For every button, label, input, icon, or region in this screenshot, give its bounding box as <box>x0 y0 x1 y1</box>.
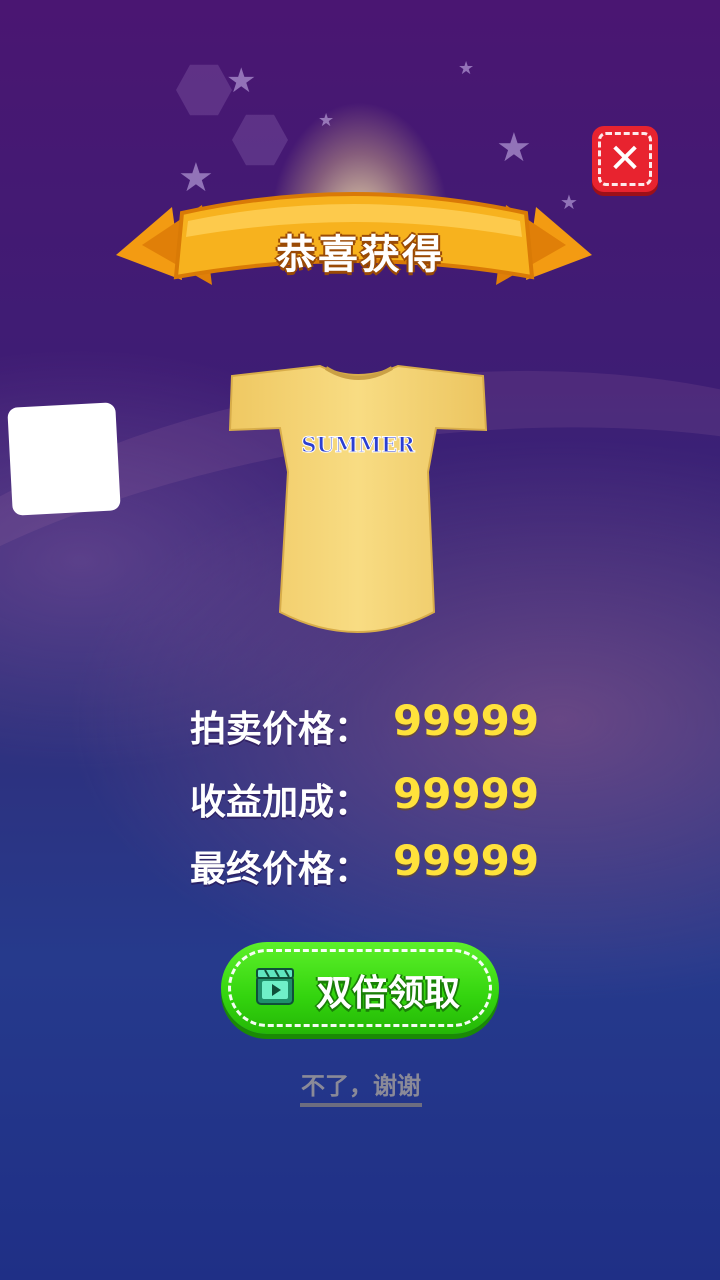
reward-item-dress: SUMMER <box>228 364 488 633</box>
stat-row-income-bonus: 收益加成： 99999 <box>190 769 590 823</box>
stat-row-final-price: 最终价格： 99999 <box>190 836 590 890</box>
stat-label: 收益加成： <box>190 782 371 823</box>
stat-value: 99999 <box>393 696 540 745</box>
stat-value: 99999 <box>393 769 540 818</box>
decline-link[interactable]: 不了，谢谢 <box>300 1066 422 1107</box>
star-icon: ★ <box>226 61 257 101</box>
close-icon: ✕ <box>608 136 642 182</box>
dress-print-text: SUMMER <box>301 432 415 457</box>
double-claim-label: 双倍领取 <box>316 973 461 1014</box>
stat-row-auction-price: 拍卖价格： 99999 <box>190 696 590 750</box>
star-icon: ★ <box>496 125 532 171</box>
double-claim-button[interactable]: 双倍领取 <box>221 942 499 1034</box>
star-icon: ★ <box>318 110 335 131</box>
blank-panel <box>7 402 121 516</box>
star-icon: ★ <box>458 58 475 79</box>
stat-label: 拍卖价格： <box>190 709 371 750</box>
stat-value: 99999 <box>393 836 540 885</box>
stat-label: 最终价格： <box>190 849 371 890</box>
close-button[interactable]: ✕ <box>592 126 658 192</box>
video-icon <box>256 968 294 1005</box>
popup-title: 恭喜获得 <box>276 232 444 278</box>
